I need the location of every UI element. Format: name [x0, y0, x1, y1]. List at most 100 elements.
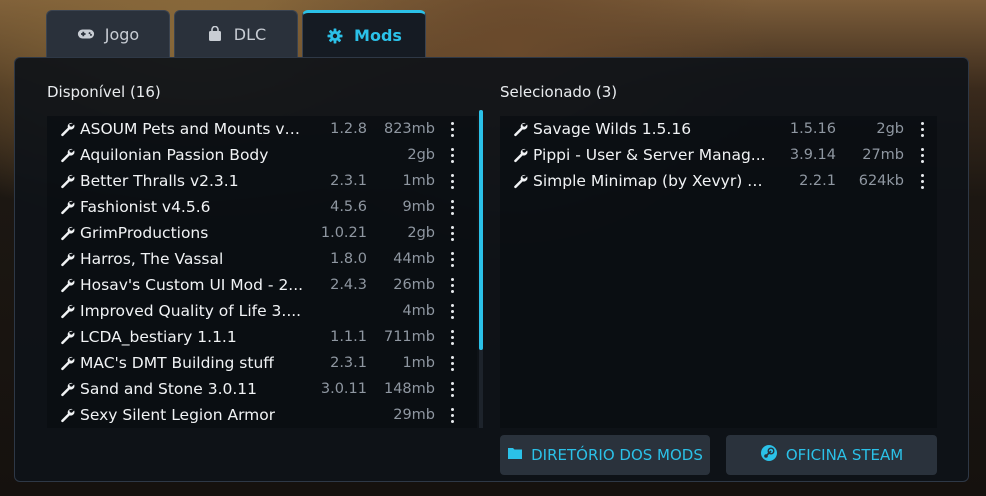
mod-version: 2.2.1 [799, 173, 836, 189]
mod-row[interactable]: Savage Wilds 1.5.16 1.5.16 2gb [500, 116, 937, 142]
mod-size: 2gb [407, 225, 435, 241]
available-scrollbar[interactable] [479, 110, 483, 350]
mod-version: 3.0.11 [320, 381, 367, 397]
wrench-icon [58, 225, 76, 241]
more-options-icon[interactable] [917, 146, 927, 164]
more-options-icon[interactable] [447, 406, 457, 424]
mod-version: 1.5.16 [789, 121, 836, 137]
mod-row[interactable]: Harros, The Vassal 1.8.0 44mb [47, 246, 477, 272]
mod-version: 1.1.1 [330, 329, 367, 345]
tab-dlc[interactable]: DLC [174, 10, 298, 57]
wrench-icon [58, 199, 76, 215]
wrench-icon [511, 173, 529, 189]
wrench-icon [58, 355, 76, 371]
mod-size: 823mb [383, 121, 435, 137]
more-options-icon[interactable] [447, 146, 457, 164]
tab-bar: Jogo DLC Mods [46, 10, 426, 58]
more-options-icon[interactable] [447, 198, 457, 216]
mod-name: Harros, The Vassal [80, 250, 224, 268]
shopping-bag-icon [206, 25, 224, 43]
mod-row[interactable]: ASOUM Pets and Mounts v1... 1.2.8 823mb [47, 116, 477, 142]
wrench-icon [58, 329, 76, 345]
available-mods-list[interactable]: ASOUM Pets and Mounts v1... 1.2.8 823mb Aqu… [47, 116, 477, 428]
wrench-icon [58, 277, 76, 293]
wrench-icon [58, 147, 76, 163]
mod-row[interactable]: GrimProductions 1.0.21 2gb [47, 220, 477, 246]
more-options-icon[interactable] [447, 354, 457, 372]
mod-size: 4mb [402, 303, 435, 319]
more-options-icon[interactable] [447, 120, 457, 138]
mod-version: 1.2.8 [330, 121, 367, 137]
mod-name: Aquilonian Passion Body [80, 146, 269, 164]
mod-row[interactable]: Hosav's Custom UI Mod - 2... 2.4.3 26mb [47, 272, 477, 298]
mods-directory-button[interactable]: DIRETÓRIO DOS MODS [500, 435, 710, 475]
steam-workshop-button[interactable]: OFICINA STEAM [726, 435, 937, 475]
steam-workshop-label: OFICINA STEAM [785, 446, 904, 464]
more-options-icon[interactable] [917, 172, 927, 190]
mod-name: Sand and Stone 3.0.11 [80, 380, 258, 398]
wrench-icon [58, 121, 76, 137]
mod-row[interactable]: Improved Quality of Life 3.... 4mb [47, 298, 477, 324]
mod-name: Hosav's Custom UI Mod - 2... [80, 276, 304, 294]
mod-name: ASOUM Pets and Mounts v1... [80, 120, 305, 138]
mod-row[interactable]: Pippi - User & Server Manag... 3.9.14 27mb [500, 142, 937, 168]
available-title: Disponível (16) [47, 83, 161, 101]
mod-name: Improved Quality of Life 3.... [80, 302, 302, 320]
mod-version: 2.3.1 [330, 173, 367, 189]
mod-size: 9mb [402, 199, 435, 215]
wrench-icon [511, 121, 529, 137]
more-options-icon[interactable] [447, 172, 457, 190]
tab-mods-label: Mods [354, 26, 402, 45]
gear-icon [326, 27, 344, 45]
mods-directory-label: DIRETÓRIO DOS MODS [531, 446, 703, 464]
mod-row[interactable]: Better Thralls v2.3.1 2.3.1 1mb [47, 168, 477, 194]
mod-row[interactable]: LCDA_bestiary 1.1.1 1.1.1 711mb [47, 324, 477, 350]
mod-size: 2gb [407, 147, 435, 163]
mod-size: 624kb [858, 173, 904, 189]
wrench-icon [58, 251, 76, 267]
tab-jogo-label: Jogo [104, 24, 140, 44]
wrench-icon [58, 173, 76, 189]
mod-version: 1.8.0 [330, 251, 367, 267]
mod-size: 711mb [383, 329, 435, 345]
mod-name: Savage Wilds 1.5.16 [533, 120, 692, 138]
mod-version: 2.4.3 [330, 277, 367, 293]
more-options-icon[interactable] [447, 302, 457, 320]
mod-size: 29mb [393, 407, 435, 423]
wrench-icon [58, 303, 76, 319]
mod-name: Better Thralls v2.3.1 [80, 172, 239, 190]
mod-name: GrimProductions [80, 224, 209, 242]
mod-row[interactable]: Aquilonian Passion Body 2gb [47, 142, 477, 168]
mod-version: 1.0.21 [320, 225, 367, 241]
selected-title: Selecionado (3) [500, 83, 618, 101]
mod-row[interactable]: Fashionist v4.5.6 4.5.6 9mb [47, 194, 477, 220]
steam-icon [760, 444, 778, 466]
tab-jogo[interactable]: Jogo [46, 10, 170, 57]
mod-name: Pippi - User & Server Manag... [533, 146, 766, 164]
mod-name: LCDA_bestiary 1.1.1 [80, 328, 237, 346]
mod-row[interactable]: Sand and Stone 3.0.11 3.0.11 148mb [47, 376, 477, 402]
mod-name: Fashionist v4.5.6 [80, 198, 211, 216]
more-options-icon[interactable] [917, 120, 927, 138]
mod-size: 44mb [393, 251, 435, 267]
selected-mods-list[interactable]: Savage Wilds 1.5.16 1.5.16 2gb Pippi - User… [500, 116, 937, 428]
mod-row[interactable]: Sexy Silent Legion Armor 29mb [47, 402, 477, 428]
mod-size: 27mb [862, 147, 904, 163]
folder-icon [507, 446, 523, 464]
more-options-icon[interactable] [447, 224, 457, 242]
mod-size: 2gb [876, 121, 904, 137]
more-options-icon[interactable] [447, 328, 457, 346]
wrench-icon [58, 407, 76, 423]
wrench-icon [58, 381, 76, 397]
tab-mods[interactable]: Mods [302, 10, 426, 58]
mod-name: Sexy Silent Legion Armor [80, 406, 276, 424]
tab-dlc-label: DLC [233, 24, 267, 44]
more-options-icon[interactable] [447, 276, 457, 294]
mod-row[interactable]: Simple Minimap (by Xevyr) v... 2.2.1 624kb [500, 168, 937, 194]
more-options-icon[interactable] [447, 250, 457, 268]
wrench-icon [511, 147, 529, 163]
mod-name: Simple Minimap (by Xevyr) v... [533, 172, 768, 190]
mod-row[interactable]: MAC's DMT Building stuff 2.3.1 1mb [47, 350, 477, 376]
more-options-icon[interactable] [447, 380, 457, 398]
mod-size: 1mb [402, 355, 435, 371]
